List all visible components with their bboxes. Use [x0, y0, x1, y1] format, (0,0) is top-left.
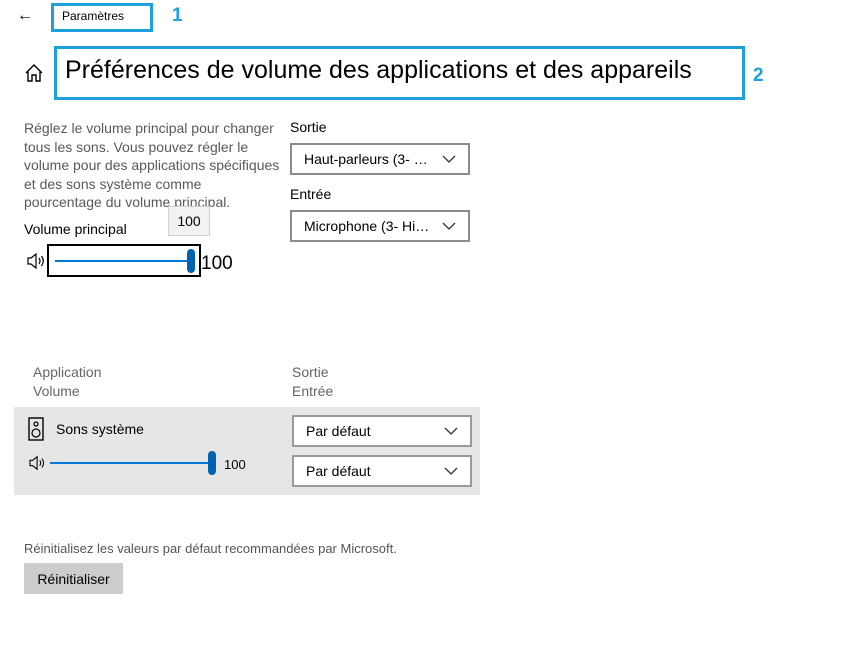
app-output-value: Par défaut: [306, 423, 371, 439]
master-volume-track: [55, 260, 191, 262]
app-volume-slider[interactable]: [50, 450, 216, 476]
master-volume-thumb[interactable]: [187, 249, 195, 273]
column-header-application: Application: [33, 364, 102, 380]
master-volume-label: Volume principal: [24, 221, 127, 237]
back-arrow-icon[interactable]: ←: [14, 6, 36, 26]
app-input-dropdown[interactable]: Par défaut: [292, 455, 472, 487]
master-volume-value: 100: [201, 253, 233, 274]
callout-number-2: 2: [753, 65, 764, 86]
volume-tooltip: 100: [168, 206, 210, 236]
page-description: Réglez le volume principal pour changer …: [24, 120, 280, 210]
chevron-down-icon: [444, 467, 458, 475]
callout-number-1: 1: [172, 5, 183, 26]
column-header-volume: Volume: [33, 383, 80, 399]
column-header-output: Sortie: [292, 364, 329, 380]
app-volume-track: [50, 462, 212, 464]
input-label: Entrée: [290, 186, 332, 202]
speaker-device-icon: [28, 417, 44, 441]
chevron-down-icon: [442, 155, 456, 163]
chevron-down-icon: [442, 222, 456, 230]
speaker-volume-icon[interactable]: [29, 455, 47, 471]
app-title: Paramètres: [62, 9, 125, 23]
speaker-volume-icon[interactable]: [27, 252, 47, 270]
master-volume-slider[interactable]: [47, 244, 201, 277]
chevron-down-icon: [444, 427, 458, 435]
reset-button[interactable]: Réinitialiser: [24, 563, 123, 594]
reset-description: Réinitialisez les valeurs par défaut rec…: [24, 541, 397, 556]
app-output-dropdown[interactable]: Par défaut: [292, 415, 472, 447]
input-device-dropdown[interactable]: Microphone (3- Hig...: [290, 210, 470, 242]
page-title: Préférences de volume des applications e…: [65, 56, 692, 84]
output-device-dropdown[interactable]: Haut-parleurs (3- Hi...: [290, 143, 470, 175]
app-volume-thumb[interactable]: [208, 451, 216, 475]
output-label: Sortie: [290, 119, 327, 135]
column-header-input: Entrée: [292, 383, 334, 399]
home-icon[interactable]: [24, 63, 44, 83]
app-name: Sons système: [56, 421, 144, 437]
output-device-value: Haut-parleurs (3- Hi...: [304, 151, 434, 167]
app-volume-value: 100: [224, 457, 246, 472]
input-device-value: Microphone (3- Hig...: [304, 218, 434, 234]
app-input-value: Par défaut: [306, 463, 371, 479]
